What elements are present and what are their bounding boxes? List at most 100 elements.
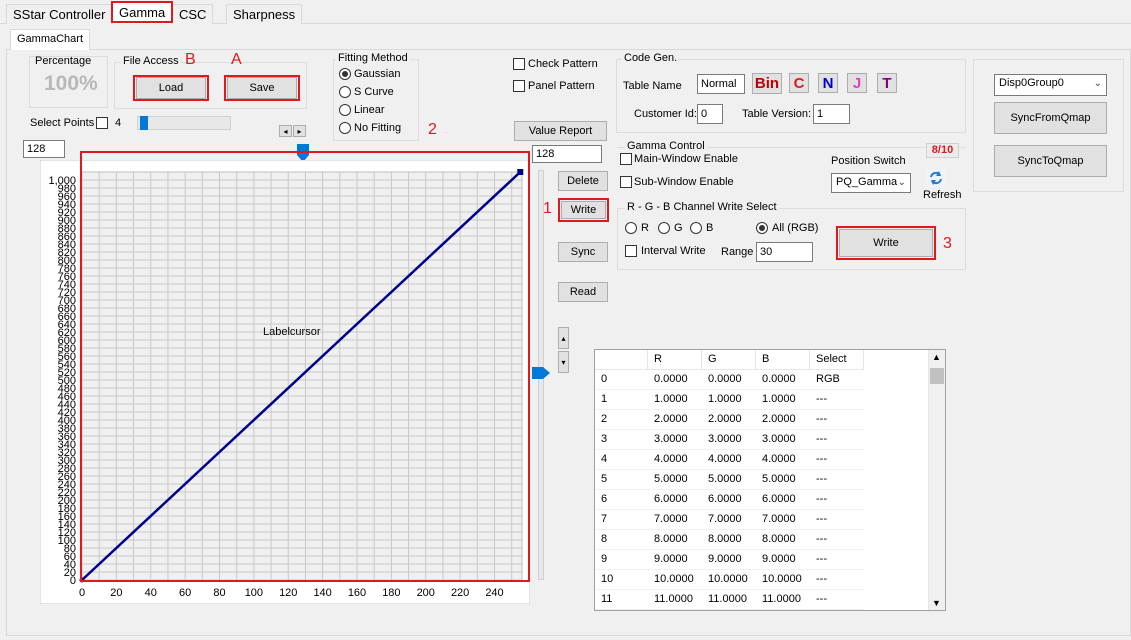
right-arrow-button[interactable]: ▸	[293, 125, 306, 137]
table-row[interactable]: 8 8.0000 8.0000 8.0000 ---	[595, 530, 927, 550]
scroll-thumb[interactable]	[930, 368, 944, 384]
interval-write-checkbox[interactable]	[625, 245, 637, 257]
table-header: R G B Select	[595, 350, 927, 370]
sync-button[interactable]: Sync	[558, 242, 608, 262]
n-button[interactable]: N	[818, 73, 838, 93]
table-cell: 5.0000	[648, 470, 702, 490]
table-cell: 11	[595, 590, 648, 610]
position-switch-label: Position Switch	[831, 155, 906, 167]
read-button[interactable]: Read	[558, 282, 608, 302]
table-cell: 1.0000	[648, 390, 702, 410]
value-report-button[interactable]: Value Report	[514, 121, 607, 141]
annotation-3: 3	[943, 235, 952, 252]
tab-gammachart[interactable]: GammaChart	[10, 29, 91, 50]
annotation-2: 2	[428, 121, 437, 138]
table-version-input[interactable]: 1	[813, 104, 850, 124]
table-row[interactable]: 6 6.0000 6.0000 6.0000 ---	[595, 490, 927, 510]
fitting-nofitting-radio[interactable]	[339, 122, 351, 134]
select-points-value: 4	[115, 117, 122, 129]
table-name-input[interactable]: Normal	[697, 74, 745, 94]
table-row[interactable]: 0 0.0000 0.0000 0.0000 RGB	[595, 370, 927, 390]
down-button[interactable]: ▾	[558, 351, 569, 373]
table-row[interactable]: 11 11.0000 11.0000 11.0000 ---	[595, 590, 927, 610]
fitting-gaussian-radio[interactable]	[339, 68, 351, 80]
channel-r-label: R	[641, 222, 649, 234]
table-cell: 3.0000	[756, 430, 810, 450]
j-button[interactable]: J	[847, 73, 867, 93]
x-tick-label: 0	[79, 587, 85, 599]
up-button[interactable]: ▴	[558, 327, 569, 349]
position-switch-select[interactable]: PQ_Gamma ⌄	[831, 173, 911, 193]
fitting-nofitting-label: No Fitting	[354, 122, 402, 134]
scroll-up-icon[interactable]: ▲	[932, 352, 941, 362]
panel-pattern-checkbox[interactable]	[513, 80, 525, 92]
sync-to-qmap-button[interactable]: SyncToQmap	[994, 145, 1107, 177]
table-cell: 9.0000	[756, 550, 810, 570]
range-input[interactable]: 30	[756, 242, 813, 262]
table-scrollbar[interactable]: ▲ ▼	[928, 350, 945, 610]
delete-button[interactable]: Delete	[558, 171, 608, 191]
fitting-scurve-radio[interactable]	[339, 86, 351, 98]
customer-id-input[interactable]: 0	[697, 104, 723, 124]
table-cell: 0	[595, 370, 648, 390]
table-row[interactable]: 9 9.0000 9.0000 9.0000 ---	[595, 550, 927, 570]
select-points-label: Select Points	[30, 117, 95, 129]
check-pattern-checkbox[interactable]	[513, 58, 525, 70]
refresh-icon[interactable]	[927, 169, 945, 187]
table-cell: 3.0000	[648, 430, 702, 450]
table-row[interactable]: 5 5.0000 5.0000 5.0000 ---	[595, 470, 927, 490]
x-tick-label: 80	[213, 587, 225, 599]
gamma-value-table[interactable]: R G B Select 0 0.0000 0.0000 0.0000 RGB 1 1.00…	[594, 349, 946, 611]
table-row[interactable]: 2 2.0000 2.0000 2.0000 ---	[595, 410, 927, 430]
table-cell: ---	[810, 510, 864, 530]
table-row[interactable]: 7 7.0000 7.0000 7.0000 ---	[595, 510, 927, 530]
channel-r-radio[interactable]	[625, 222, 637, 234]
fitting-linear-radio[interactable]	[339, 104, 351, 116]
left-arrow-button[interactable]: ◂	[279, 125, 292, 137]
chevron-down-icon: ⌄	[1093, 78, 1102, 89]
percentage-value: 100%	[44, 72, 98, 95]
x-tick-label: 240	[485, 587, 503, 599]
y-cursor-thumb[interactable]	[531, 366, 551, 380]
table-cell: 9.0000	[648, 550, 702, 570]
channel-b-radio[interactable]	[690, 222, 702, 234]
table-row[interactable]: 3 3.0000 3.0000 3.0000 ---	[595, 430, 927, 450]
table-cell: ---	[810, 550, 864, 570]
refresh-label[interactable]: Refresh	[923, 189, 962, 201]
tab-sstar-controller[interactable]: SStar Controller	[6, 4, 113, 24]
scroll-down-icon[interactable]: ▼	[932, 598, 941, 608]
table-row[interactable]: 1 1.0000 1.0000 1.0000 ---	[595, 390, 927, 410]
table-header-select: Select	[810, 350, 864, 370]
select-points-checkbox[interactable]	[96, 117, 108, 129]
file-access-label: File Access	[121, 55, 181, 67]
c-button[interactable]: C	[789, 73, 809, 93]
table-cell: 1.0000	[702, 390, 756, 410]
tab-sharpness[interactable]: Sharpness	[226, 4, 303, 24]
tab-csc[interactable]: CSC	[172, 4, 214, 24]
table-cell: 3	[595, 430, 648, 450]
bin-button[interactable]: Bin	[752, 73, 782, 94]
table-row[interactable]: 10 10.0000 10.0000 10.0000 ---	[595, 570, 927, 590]
disp-group-select[interactable]: Disp0Group0 ⌄	[994, 74, 1107, 96]
x-tick-label: 220	[451, 587, 469, 599]
fitting-linear-label: Linear	[354, 104, 385, 116]
select-points-slider[interactable]	[137, 116, 231, 130]
channel-all-radio[interactable]	[756, 222, 768, 234]
table-cell: 7	[595, 510, 648, 530]
channel-g-radio[interactable]	[658, 222, 670, 234]
x-tick-label: 120	[279, 587, 297, 599]
select-points-slider-thumb[interactable]	[140, 116, 148, 130]
main-window-checkbox[interactable]	[620, 153, 632, 165]
y-value-input[interactable]: 128	[532, 145, 602, 163]
write-point-highlight	[558, 198, 609, 222]
table-cell: 4.0000	[756, 450, 810, 470]
sub-window-checkbox[interactable]	[620, 176, 632, 188]
t-button[interactable]: T	[877, 73, 897, 93]
gamma-count-badge: 8/10	[926, 143, 959, 158]
sync-from-qmap-button[interactable]: SyncFromQmap	[994, 102, 1107, 134]
x-value-input[interactable]: 128	[23, 140, 65, 158]
table-row[interactable]: 4 4.0000 4.0000 4.0000 ---	[595, 450, 927, 470]
write-rgb-highlight	[836, 226, 936, 260]
table-cell: ---	[810, 490, 864, 510]
table-cell: 10	[595, 570, 648, 590]
